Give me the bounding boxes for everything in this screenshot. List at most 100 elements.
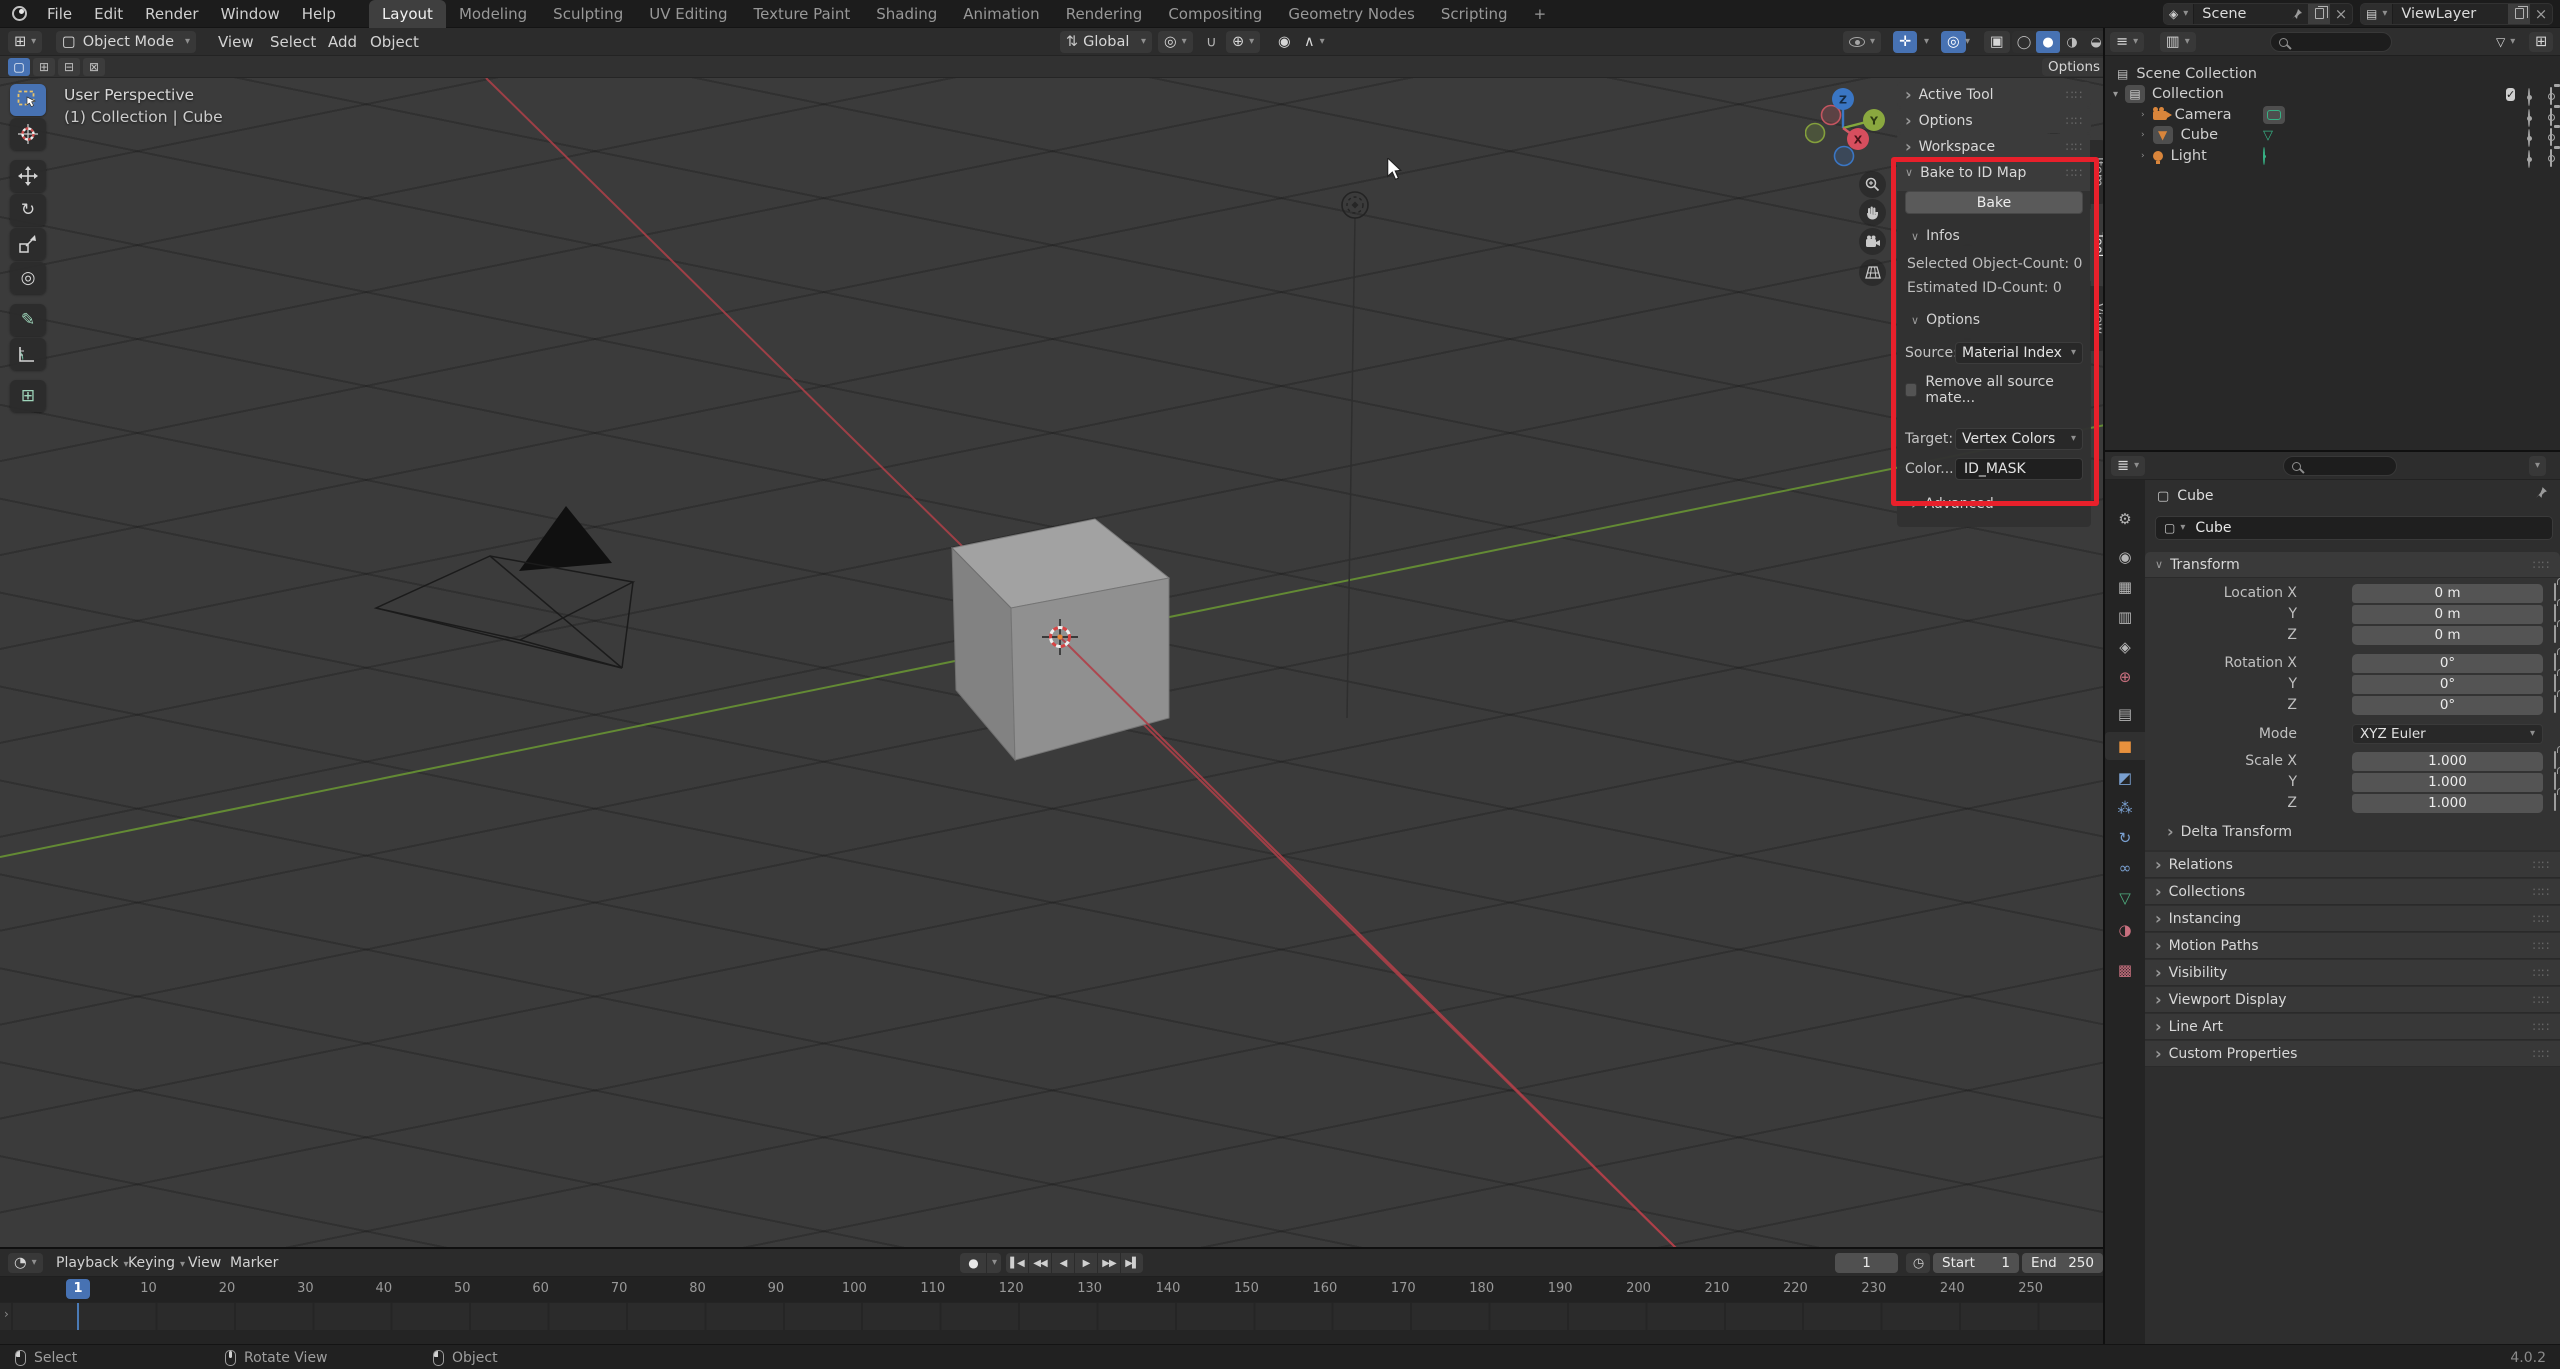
workspace-tab-sculpting[interactable]: Sculpting xyxy=(540,0,636,28)
tool-transform[interactable]: ◎ xyxy=(10,262,46,294)
hide-viewport-eye-icon[interactable] xyxy=(2528,129,2530,147)
gizmo-dropdown[interactable]: ▾ xyxy=(1921,31,1932,53)
outliner-row-light[interactable]: › Light xyxy=(2141,146,2552,168)
xray-toggle[interactable]: ▣ xyxy=(1984,31,2010,53)
frame-start-field[interactable]: Start 1 xyxy=(1933,1253,2019,1273)
workspace-tab-scripting[interactable]: Scripting xyxy=(1428,0,1521,28)
disclosure-closed-icon[interactable]: › xyxy=(2141,110,2145,120)
add-workspace-button[interactable]: + xyxy=(1521,0,1560,28)
prev-keyframe-button[interactable]: ◀◀ xyxy=(1029,1253,1051,1273)
tab-object-data[interactable]: ▽ xyxy=(2105,884,2145,912)
source-dropdown[interactable]: Material Index ▾ xyxy=(1955,342,2083,364)
proportional-editing-toggle[interactable]: ◉ xyxy=(1272,31,1297,53)
tab-physics[interactable]: ↻ xyxy=(2105,824,2145,852)
proportional-falloff-dropdown[interactable]: ∧ ▾ xyxy=(1298,31,1331,53)
gizmo-axis-neg-y[interactable] xyxy=(1805,122,1826,144)
workspace-tab-uv-editing[interactable]: UV Editing xyxy=(636,0,740,28)
workspace-tab-texture-paint[interactable]: Texture Paint xyxy=(740,0,863,28)
editor-divider-vertical[interactable] xyxy=(2103,28,2105,1344)
gizmo-axis-neg-z[interactable] xyxy=(1833,145,1855,167)
disclosure-closed-icon[interactable]: › xyxy=(2141,151,2145,161)
outliner-row-scene-collection[interactable]: ▤ Scene Collection xyxy=(2117,64,2257,84)
tab-view-layer[interactable]: ▥ xyxy=(2105,603,2145,631)
collection-checkbox[interactable]: ✓ xyxy=(2506,88,2516,101)
disclosure-closed-icon[interactable]: › xyxy=(2141,130,2145,140)
snap-settings-dropdown[interactable]: ⊕ ▾ xyxy=(1226,31,1261,53)
rotation-mode-dropdown[interactable]: XYZ Euler ▾ xyxy=(2352,724,2543,744)
disable-render-camera-icon[interactable] xyxy=(2550,128,2552,146)
target-dropdown[interactable]: Vertex Colors ▾ xyxy=(1955,428,2083,450)
menu-window[interactable]: Window xyxy=(210,0,291,28)
menu-select[interactable]: Select xyxy=(264,28,322,56)
playhead-current-frame[interactable]: 1 xyxy=(66,1279,90,1299)
pin-scene-button[interactable] xyxy=(2286,4,2308,24)
overlays-dropdown[interactable]: ▾ xyxy=(1962,31,1973,53)
lock-icon[interactable] xyxy=(2554,751,2556,769)
shading-material-button[interactable]: ◑ xyxy=(2060,31,2084,53)
subpanel-options[interactable]: ∨ Options xyxy=(1897,298,2091,334)
panel-relations[interactable]: › Relations ∷∷ xyxy=(2145,852,2560,878)
scale-y-field[interactable]: 1.000 xyxy=(2352,773,2543,792)
tab-constraints[interactable]: ∞ xyxy=(2105,854,2145,882)
lock-icon[interactable] xyxy=(2554,793,2556,811)
light-object[interactable] xyxy=(1341,191,1369,219)
timeline-editor-type-button[interactable]: ◔ ▾ xyxy=(8,1253,43,1273)
play-reverse-button[interactable]: ◀ xyxy=(1052,1253,1074,1273)
lock-icon[interactable] xyxy=(2554,583,2556,601)
delete-viewlayer-button[interactable]: × xyxy=(2530,4,2552,24)
outliner-row-collection[interactable]: ▾ ▤ Collection ✓ xyxy=(2113,84,2552,106)
transform-orientation-dropdown[interactable]: ⇅ Global ▾ xyxy=(1060,31,1152,53)
use-preview-range-button[interactable]: ◷ xyxy=(1906,1253,1930,1273)
tab-output[interactable]: ▦ xyxy=(2105,573,2145,601)
tool-rotate[interactable]: ↻ xyxy=(10,194,46,226)
location-y-field[interactable]: 0 m xyxy=(2352,605,2543,624)
select-mode-subtract-button[interactable]: ⊟ xyxy=(58,58,80,76)
jump-to-end-button[interactable]: ▶▌ xyxy=(1121,1253,1143,1273)
scene-name[interactable]: Scene xyxy=(2194,6,2286,22)
select-mode-set-button[interactable]: ▢ xyxy=(8,58,30,76)
hide-viewport-eye-icon[interactable] xyxy=(2528,88,2530,106)
object-name-field[interactable]: ▢ ▾ Cube xyxy=(2155,516,2553,540)
workspace-tab-geometry-nodes[interactable]: Geometry Nodes xyxy=(1275,0,1428,28)
panel-options[interactable]: › Options ∷∷ xyxy=(1897,108,2091,133)
menu-render[interactable]: Render xyxy=(134,0,209,28)
disable-render-camera-icon[interactable] xyxy=(2550,149,2552,167)
lock-icon[interactable] xyxy=(2554,772,2556,790)
camera-object[interactable] xyxy=(373,506,636,669)
menu-view[interactable]: View xyxy=(182,1249,227,1277)
tool-annotate[interactable]: ✎ xyxy=(10,304,46,336)
tool-add-cube[interactable]: ⊞ xyxy=(10,380,46,412)
lock-icon[interactable] xyxy=(2554,653,2556,671)
navigation-gizmo[interactable]: Z Y X xyxy=(1805,86,1885,176)
tab-texture[interactable]: ▩ xyxy=(2105,956,2145,984)
keying-set-dropdown[interactable]: ▾ xyxy=(987,1253,1001,1273)
viewlayer-browse-button[interactable]: ▤ ▾ xyxy=(2361,3,2394,24)
outliner-editor-type-button[interactable]: ≡ ▾ xyxy=(2110,32,2145,52)
mode-dropdown[interactable]: ▢ Object Mode ▾ xyxy=(56,31,196,53)
disable-render-camera-icon[interactable] xyxy=(2550,87,2552,105)
tab-object[interactable]: ■ xyxy=(2105,732,2145,760)
outliner-row-camera[interactable]: › Camera xyxy=(2141,105,2552,127)
tab-world[interactable]: ⊕ xyxy=(2105,663,2145,691)
panel-workspace[interactable]: › Workspace ∷∷ xyxy=(1897,134,2091,159)
menu-keying[interactable]: Keying ▾ xyxy=(122,1249,191,1277)
panel-active-tool[interactable]: › Active Tool ∷∷ xyxy=(1897,82,2091,107)
properties-editor-type-button[interactable]: ≣ ▾ xyxy=(2111,456,2146,476)
camera-view-button[interactable] xyxy=(1859,228,1886,255)
tab-render[interactable]: ◉ xyxy=(2105,543,2145,571)
next-keyframe-button[interactable]: ▶▶ xyxy=(1098,1253,1120,1273)
blender-logo-icon[interactable] xyxy=(12,6,27,21)
pan-view-button[interactable] xyxy=(1859,199,1886,226)
menu-edit[interactable]: Edit xyxy=(83,0,134,28)
shading-wireframe-button[interactable]: ◯ xyxy=(2012,31,2036,53)
tool-measure[interactable] xyxy=(10,338,46,370)
select-mode-extend-button[interactable]: ⊞ xyxy=(33,58,55,76)
tool-cursor[interactable] xyxy=(10,118,46,150)
lock-icon[interactable] xyxy=(2554,695,2556,713)
lock-icon[interactable] xyxy=(2554,625,2556,643)
viewport-3d[interactable]: User Perspective (1) Collection | Cube ↻… xyxy=(0,78,2105,1249)
menu-object[interactable]: Object xyxy=(364,28,425,56)
panel-line-art[interactable]: › Line Art ∷∷ xyxy=(2145,1014,2560,1040)
outliner-display-mode-dropdown[interactable]: ▥ ▾ xyxy=(2160,32,2196,52)
new-collection-button[interactable]: ⊞ xyxy=(2529,32,2554,52)
